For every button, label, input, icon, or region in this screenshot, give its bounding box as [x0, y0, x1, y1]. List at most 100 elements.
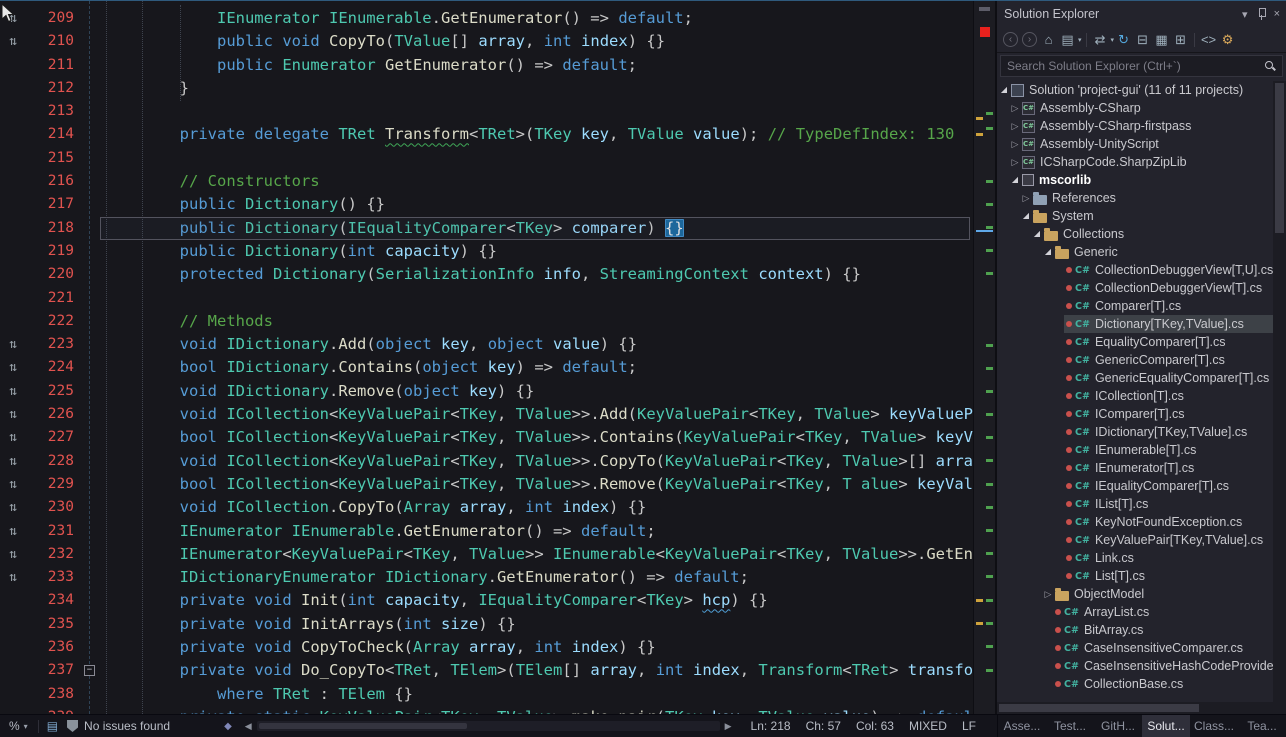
tree-item-keynotfoundexception-cs[interactable]: C#KeyNotFoundException.cs: [997, 513, 1273, 531]
reference-arrows-icon[interactable]: ⇅: [0, 403, 26, 426]
panel-tab-solut[interactable]: Solut...: [1142, 715, 1190, 737]
tree-item-body[interactable]: C#Assembly-UnityScript: [1020, 135, 1273, 153]
code-line[interactable]: ⇅230 void ICollection.CopyTo(Array array…: [0, 496, 973, 519]
tree-item-body[interactable]: C#GenericEqualityComparer[T].cs: [1064, 369, 1273, 387]
code-text[interactable]: [105, 100, 973, 123]
tree-item-icollection-t-cs[interactable]: C#ICollection[T].cs: [997, 387, 1273, 405]
tree-item-body[interactable]: C#Assembly-CSharp-firstpass: [1020, 117, 1273, 135]
tree-item-objectmodel[interactable]: ▷ObjectModel: [997, 585, 1273, 603]
hscroll-left-arrow[interactable]: ◀: [245, 721, 252, 732]
reference-arrows-icon[interactable]: ⇅: [0, 520, 26, 543]
code-line[interactable]: 212 }: [0, 77, 973, 100]
tree-item-body[interactable]: C#EqualityComparer[T].cs: [1064, 333, 1273, 351]
code-text[interactable]: bool IDictionary.Contains(object key) =>…: [105, 356, 973, 379]
code-line[interactable]: ⇅225 void IDictionary.Remove(object key)…: [0, 380, 973, 403]
close-icon[interactable]: ×: [1274, 8, 1280, 20]
tree-item-link-cs[interactable]: C#Link.cs: [997, 549, 1273, 567]
tree-item-body[interactable]: System: [1031, 207, 1273, 225]
tree-item-caseinsensitivecomparer-cs[interactable]: C#CaseInsensitiveComparer.cs: [997, 639, 1273, 657]
tree-item-system[interactable]: ◢System: [997, 207, 1273, 225]
tree-item-comparer-t-cs[interactable]: C#Comparer[T].cs: [997, 297, 1273, 315]
collapse-arrow-icon[interactable]: ◢: [1043, 243, 1053, 261]
code-text[interactable]: IDictionaryEnumerator IDictionary.GetEnu…: [105, 566, 973, 589]
code-line[interactable]: 219 public Dictionary(int capacity) {}: [0, 240, 973, 263]
tree-item-body[interactable]: C#IComparer[T].cs: [1064, 405, 1273, 423]
collapse-all-icon[interactable]: ⊟: [1133, 30, 1152, 50]
expand-arrow-icon[interactable]: ▷: [1010, 153, 1020, 171]
scrollbar-thumb[interactable]: [999, 704, 1199, 712]
reference-arrows-icon[interactable]: ⇅: [0, 543, 26, 566]
tree-item-assembly-csharp-firstpass[interactable]: ▷C#Assembly-CSharp-firstpass: [997, 117, 1273, 135]
code-line[interactable]: ⇅226 void ICollection<KeyValuePair<TKey,…: [0, 403, 973, 426]
code-text[interactable]: IEnumerator<KeyValuePair<TKey, TValue>> …: [105, 543, 973, 566]
code-text[interactable]: bool ICollection<KeyValuePair<TKey, TVal…: [105, 473, 973, 496]
split-editor-handle[interactable]: [979, 7, 990, 11]
code-text[interactable]: public Dictionary(int capacity) {}: [105, 240, 973, 263]
switch-views-icon[interactable]: ▤: [1058, 30, 1077, 50]
panel-tab-class[interactable]: Class...: [1190, 715, 1238, 737]
code-line[interactable]: ⇅232 IEnumerator<KeyValuePair<TKey, TVal…: [0, 543, 973, 566]
panel-tab-gith[interactable]: GitH...: [1094, 715, 1142, 737]
code-text[interactable]: private void InitArrays(int size) {}: [105, 613, 973, 636]
code-line[interactable]: ⇅210 public void CopyTo(TValue[] array, …: [0, 30, 973, 53]
tree-item-collectionbase-cs[interactable]: C#CollectionBase.cs: [997, 675, 1273, 693]
window-position-icon[interactable]: ▾: [1242, 8, 1248, 21]
tree-item-body[interactable]: Collections: [1042, 225, 1273, 243]
tree-item-body[interactable]: C#CollectionDebuggerView[T].cs: [1064, 279, 1273, 297]
tree-item-body[interactable]: C#CaseInsensitiveHashCodeProvider.cs: [1053, 657, 1273, 675]
code-text[interactable]: private void Do_CopyTo<TRet, TElem>(TEle…: [105, 659, 973, 682]
tree-item-ienumerator-t-cs[interactable]: C#IEnumerator[T].cs: [997, 459, 1273, 477]
collapse-arrow-icon[interactable]: ◢: [1021, 207, 1031, 225]
code-line[interactable]: 216 // Constructors: [0, 170, 973, 193]
tree-item-generic[interactable]: ◢Generic: [997, 243, 1273, 261]
code-text[interactable]: void IDictionary.Remove(object key) {}: [105, 380, 973, 403]
code-text[interactable]: void ICollection<KeyValuePair<TKey, TVal…: [105, 450, 973, 473]
home-icon[interactable]: ⌂: [1039, 30, 1058, 50]
code-text[interactable]: protected Dictionary(SerializationInfo i…: [105, 263, 973, 286]
code-text[interactable]: public Dictionary() {}: [105, 193, 973, 216]
panel-tab-asse[interactable]: Asse...: [998, 715, 1046, 737]
tree-item-collectiondebuggerview-t-cs[interactable]: C#CollectionDebuggerView[T].cs: [997, 279, 1273, 297]
tree-item-list-t-cs[interactable]: C#List[T].cs: [997, 567, 1273, 585]
reference-arrows-icon[interactable]: ⇅: [0, 380, 26, 403]
code-line[interactable]: ⇅228 void ICollection<KeyValuePair<TKey,…: [0, 450, 973, 473]
tree-item-genericcomparer-t-cs[interactable]: C#GenericComparer[T].cs: [997, 351, 1273, 369]
tree-item-body[interactable]: C#CollectionBase.cs: [1053, 675, 1273, 693]
settings-wrench-icon[interactable]: ⚙: [1218, 30, 1237, 50]
reference-arrows-icon[interactable]: ⇅: [0, 496, 26, 519]
code-line[interactable]: ⇅231 IEnumerator IEnumerable.GetEnumerat…: [0, 520, 973, 543]
view-code-icon[interactable]: <>: [1199, 30, 1218, 50]
search-icon[interactable]: [1264, 60, 1276, 72]
code-text[interactable]: public Dictionary(IEqualityComparer<TKey…: [105, 217, 973, 240]
tree-item-ienumerable-t-cs[interactable]: C#IEnumerable[T].cs: [997, 441, 1273, 459]
code-text[interactable]: }: [105, 77, 973, 100]
code-line[interactable]: ⇅223 void IDictionary.Add(object key, ob…: [0, 333, 973, 356]
zoom-control[interactable]: % ▾: [0, 719, 32, 733]
code-text[interactable]: [105, 147, 973, 170]
code-line[interactable]: 213: [0, 100, 973, 123]
tree-item-body[interactable]: C#List[T].cs: [1064, 567, 1273, 585]
tree-item-body[interactable]: C#ICollection[T].cs: [1064, 387, 1273, 405]
code-text[interactable]: // Constructors: [105, 170, 973, 193]
reference-arrows-icon[interactable]: ⇅: [0, 450, 26, 473]
code-editor[interactable]: ⇅209 IEnumerator IEnumerable.GetEnumerat…: [0, 1, 995, 714]
code-text[interactable]: IEnumerator IEnumerable.GetEnumerator() …: [105, 520, 973, 543]
code-line[interactable]: 236 private void CopyToCheck(Array array…: [0, 636, 973, 659]
search-input[interactable]: Search Solution Explorer (Ctrl+`): [1007, 59, 1264, 73]
tree-item-body[interactable]: C#IEqualityComparer[T].cs: [1064, 477, 1273, 495]
chevron-down-icon[interactable]: ▾: [1078, 36, 1082, 44]
code-line[interactable]: 215: [0, 147, 973, 170]
show-all-files-icon[interactable]: ▦: [1152, 30, 1171, 50]
properties-icon[interactable]: ⊞: [1171, 30, 1190, 50]
scrollbar-thumb[interactable]: [1275, 83, 1284, 233]
tree-item-arraylist-cs[interactable]: C#ArrayList.cs: [997, 603, 1273, 621]
tree-item-body[interactable]: C#IEnumerator[T].cs: [1064, 459, 1273, 477]
tree-item-body[interactable]: C#Dictionary[TKey,TValue].cs: [1064, 315, 1273, 333]
code-text[interactable]: public Enumerator GetEnumerator() => def…: [105, 54, 973, 77]
tree-item-caseinsensitivehashcodeprovider-cs[interactable]: C#CaseInsensitiveHashCodeProvider.cs: [997, 657, 1273, 675]
collapse-arrow-icon[interactable]: ◢: [999, 81, 1009, 99]
tree-item-body[interactable]: C#KeyValuePair[TKey,TValue].cs: [1064, 531, 1273, 549]
tree-item-body[interactable]: C#GenericComparer[T].cs: [1064, 351, 1273, 369]
reference-arrows-icon[interactable]: ⇅: [0, 426, 26, 449]
code-text[interactable]: private void CopyToCheck(Array array, in…: [105, 636, 973, 659]
